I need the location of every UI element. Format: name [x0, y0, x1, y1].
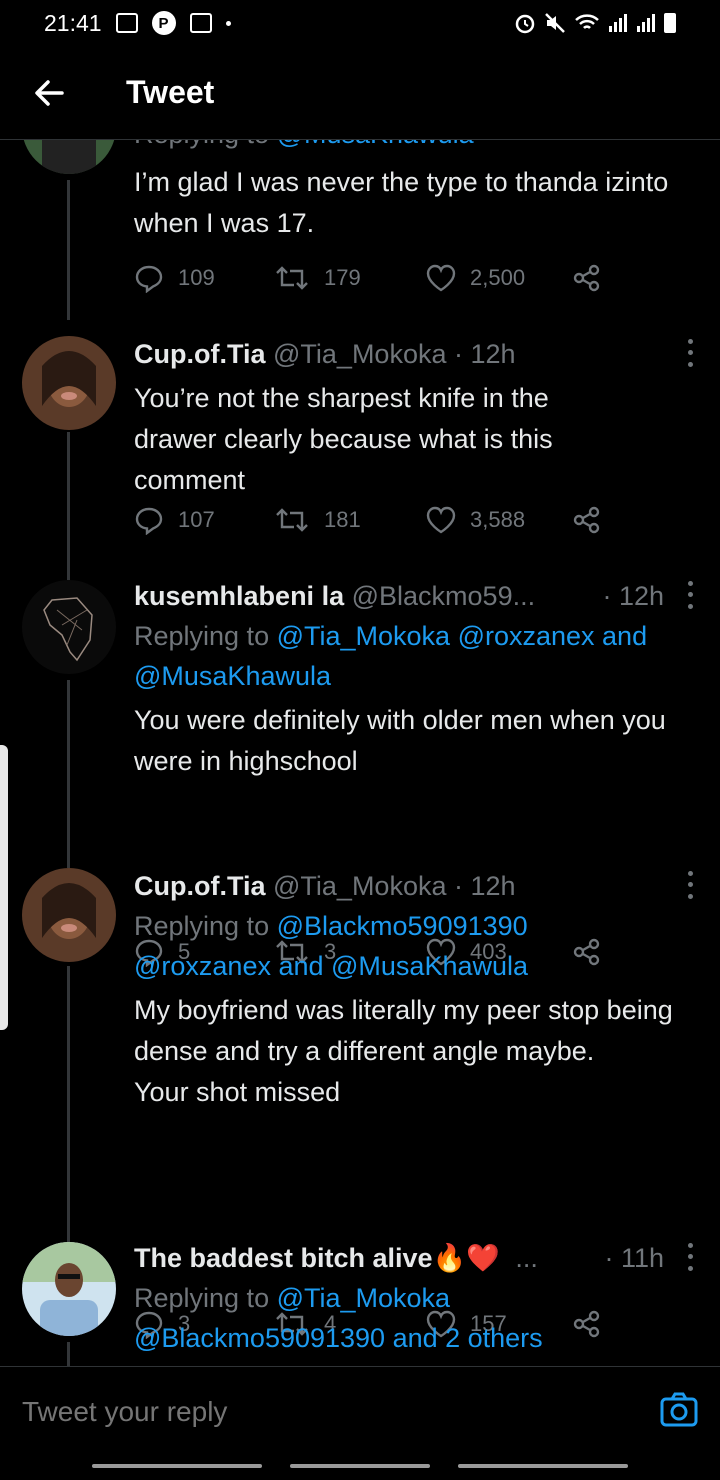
nav-back-indicator[interactable] — [458, 1464, 628, 1468]
reply-button[interactable]: 109 — [134, 258, 215, 298]
system-nav-bar — [0, 1456, 720, 1480]
thread-line — [67, 432, 70, 580]
share-button[interactable] — [572, 258, 602, 298]
gallery-notification-icon — [115, 13, 138, 33]
grid-notification-icon — [189, 13, 212, 33]
conversation-feed[interactable]: Replying to @MusaKhawula I’m glad I was … — [0, 140, 720, 1366]
thread-line — [67, 966, 70, 1266]
retweet-button[interactable]: 181 — [274, 500, 361, 540]
like-button[interactable]: 3,588 — [426, 500, 525, 540]
nav-home-indicator[interactable] — [290, 1464, 430, 1468]
wifi-icon — [575, 14, 599, 29]
reply-icon — [135, 507, 163, 535]
reply-composer — [0, 1366, 720, 1456]
handle-time: @Tia_Mokoka · 12h — [273, 871, 516, 901]
more-vertical-icon — [687, 1243, 693, 1249]
mention-link[interactable]: @MusaKhawula — [277, 140, 474, 149]
tweet-item[interactable]: Cup.of.Tia @Tia_Mokoka · 12h You’re not … — [0, 334, 720, 580]
thread-line — [67, 1342, 70, 1366]
retweet-button[interactable]: 179 — [274, 258, 361, 298]
tweet-item[interactable]: Replying to @MusaKhawula I’m glad I was … — [0, 140, 720, 320]
tweet-item[interactable]: The baddest bitch alive🔥❤️ ... · 11h Rep… — [0, 1238, 720, 1366]
status-time: 21:41 — [44, 9, 102, 36]
more-vertical-icon — [687, 339, 693, 345]
tweet-text: My boyfriend was literally my peer stop … — [134, 990, 700, 1113]
avatar[interactable] — [22, 336, 116, 430]
timestamp: · 11h — [604, 1243, 664, 1273]
retweet-icon — [276, 266, 308, 290]
tweet-text-line: My boyfriend was literally my peer stop … — [134, 995, 673, 1066]
tweet-header: kusemhlabeni la @Blackmo59... · 12h — [134, 576, 700, 616]
thread-line — [67, 680, 70, 868]
tweet-actions: 107 181 3,588 — [134, 500, 624, 540]
more-button[interactable] — [680, 578, 700, 612]
heart-icon — [426, 264, 456, 292]
page-title: Tweet — [126, 74, 215, 110]
edge-panel-handle[interactable] — [0, 745, 8, 1030]
mute-icon — [545, 13, 565, 33]
like-count: 3,588 — [470, 507, 526, 532]
display-name[interactable]: kusemhlabeni la — [134, 581, 344, 611]
app-notification-icon: P — [151, 11, 176, 35]
tweet-actions: 109 179 2,500 — [134, 258, 624, 298]
share-icon — [573, 264, 600, 292]
camera-icon — [660, 1392, 698, 1427]
avatar[interactable] — [22, 868, 116, 962]
share-button[interactable] — [572, 500, 602, 540]
reply-button[interactable]: 107 — [134, 500, 215, 540]
handle: @Blackmo59... — [351, 581, 536, 611]
thread-line — [67, 180, 70, 320]
display-name[interactable]: The baddest bitch alive🔥❤️ — [134, 1243, 500, 1273]
replying-to: Replying to @Blackmo59091390 @roxzanex a… — [134, 911, 529, 981]
tweet-item[interactable]: kusemhlabeni la @Blackmo59... · 12h Repl… — [0, 576, 720, 967]
camera-button[interactable] — [660, 1391, 698, 1429]
reply-icon — [135, 265, 163, 293]
avatar[interactable] — [22, 580, 116, 674]
reply-count: 107 — [178, 507, 215, 532]
retweet-count: 181 — [324, 507, 361, 532]
signal-icon-1 — [609, 14, 627, 32]
handle-time: @Tia_Mokoka · 12h — [273, 339, 516, 369]
heart-icon — [426, 506, 456, 534]
tweet-text-line: Your shot missed — [134, 1077, 341, 1107]
tweet-item[interactable]: Cup.of.Tia @Tia_Mokoka · 12h Replying to… — [0, 866, 720, 1339]
replying-to: Replying to @Tia_Mokoka @roxzanex and @M… — [134, 621, 648, 691]
more-vertical-icon — [687, 871, 693, 877]
handle: ... — [515, 1243, 538, 1273]
more-button[interactable] — [680, 868, 700, 902]
tweet-header: Cup.of.Tia @Tia_Mokoka · 12h — [134, 866, 700, 906]
signal-icon-2 — [637, 14, 655, 32]
timestamp: · 12h — [602, 581, 664, 611]
more-notifications-icon — [225, 20, 231, 26]
tweet-header: Cup.of.Tia @Tia_Mokoka · 12h — [134, 334, 700, 374]
tweet-text: You’re not the sharpest knife in the dra… — [134, 383, 553, 495]
arrow-left-icon — [35, 79, 64, 106]
like-button[interactable]: 2,500 — [426, 258, 525, 298]
display-name[interactable]: Cup.of.Tia — [134, 871, 266, 901]
back-button[interactable] — [20, 64, 78, 122]
avatar[interactable] — [22, 1242, 116, 1336]
reply-count: 109 — [178, 265, 215, 290]
retweet-count: 179 — [324, 265, 361, 290]
alarm-icon — [515, 14, 535, 34]
display-name[interactable]: Cup.of.Tia — [134, 339, 266, 369]
status-bar: 21:41 P — [0, 0, 720, 46]
avatar[interactable] — [22, 140, 116, 174]
nav-recents-indicator[interactable] — [92, 1464, 262, 1468]
top-app-bar: Tweet — [0, 46, 720, 140]
tweet-header: The baddest bitch alive🔥❤️ ... · 11h — [134, 1238, 700, 1278]
retweet-icon — [276, 508, 308, 532]
battery-icon — [664, 13, 676, 33]
more-button[interactable] — [680, 336, 700, 370]
like-count: 2,500 — [470, 265, 526, 290]
tweet-text: You were definitely with older men when … — [134, 705, 666, 776]
reply-input[interactable] — [22, 1395, 582, 1428]
replying-to: Replying to @MusaKhawula — [134, 140, 700, 154]
tweet-text: I’m glad I was never the type to thanda … — [134, 167, 669, 238]
more-button[interactable] — [680, 1240, 700, 1274]
replying-to: Replying to @Tia_Mokoka @Blackmo59091390… — [134, 1283, 543, 1353]
more-vertical-icon — [687, 581, 693, 587]
share-icon — [573, 506, 600, 534]
